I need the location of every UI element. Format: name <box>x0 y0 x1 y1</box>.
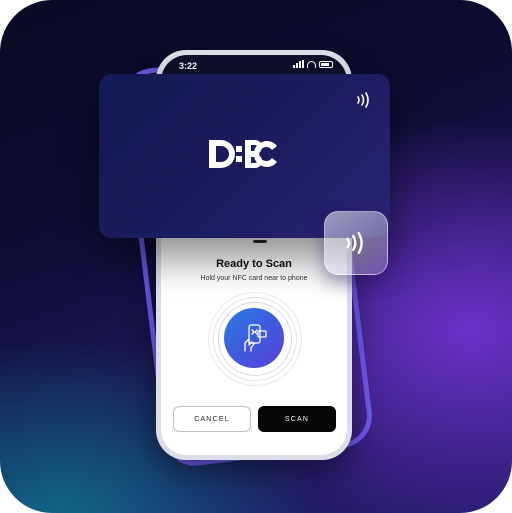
nfc-contactless-icon <box>346 232 363 254</box>
hand-holding-phone-icon <box>224 308 284 368</box>
dbc-logo <box>209 140 277 168</box>
sheet-title: Ready to Scan <box>216 258 292 270</box>
app-icon-background: 3:22 Ready to Scan Hold your NFC card ne… <box>0 0 512 513</box>
scan-button[interactable]: SCAN <box>258 406 336 432</box>
cancel-button[interactable]: CANCEL <box>173 406 251 432</box>
wifi-icon <box>307 60 316 68</box>
sheet-subtitle: Hold your NFC card near to phone <box>200 275 308 282</box>
nfc-badge <box>324 211 388 275</box>
status-icons <box>293 60 333 68</box>
signal-icon <box>293 60 304 68</box>
battery-icon <box>319 60 333 68</box>
sheet-handle[interactable] <box>253 240 267 243</box>
status-time: 3:22 <box>179 61 198 71</box>
nfc-contactless-icon <box>357 92 369 108</box>
